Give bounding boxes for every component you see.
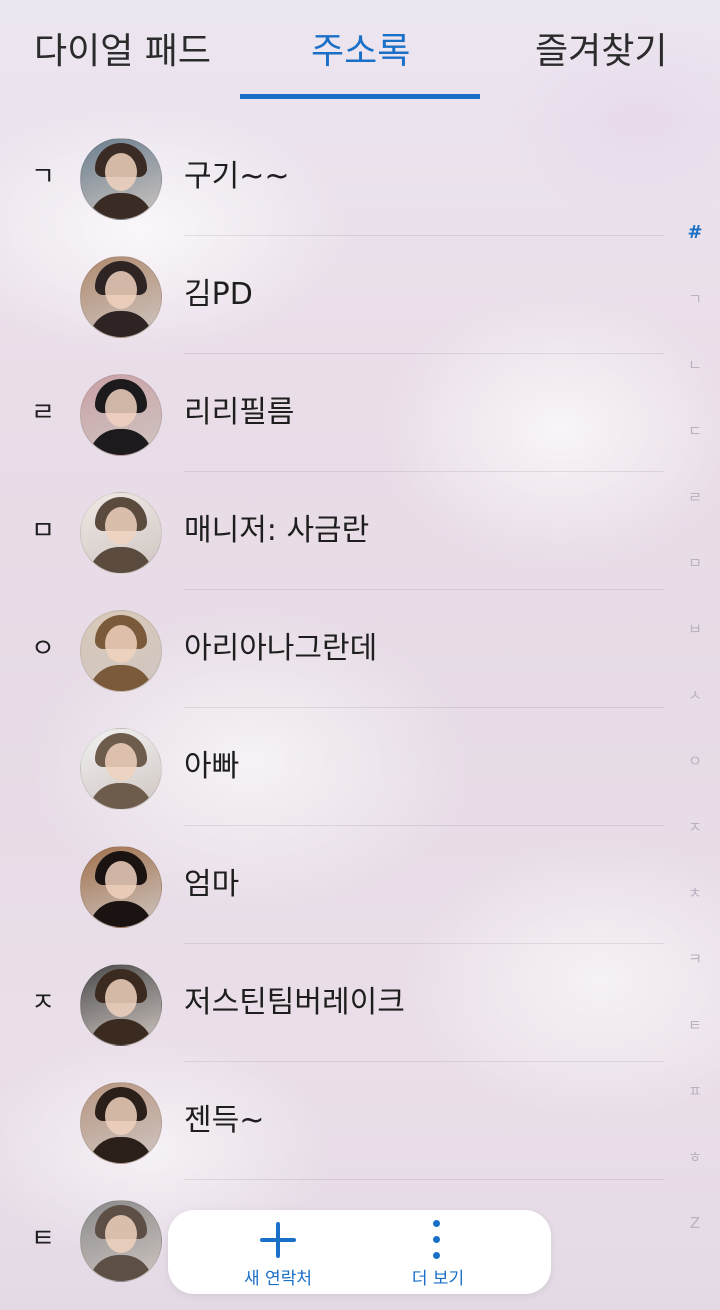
contact-row[interactable]: ㄹ 리리필름 bbox=[0, 354, 680, 472]
avatar[interactable] bbox=[80, 610, 162, 692]
avatar[interactable] bbox=[80, 138, 162, 220]
new-contact-button[interactable]: 새 연락처 bbox=[198, 1210, 358, 1294]
section-letter bbox=[28, 708, 58, 826]
more-label: 더 보기 bbox=[411, 1269, 465, 1289]
index-letter[interactable]: ㅈ bbox=[680, 814, 710, 880]
index-letter[interactable]: ㅊ bbox=[680, 880, 710, 946]
index-letter[interactable]: ㅌ bbox=[680, 1012, 710, 1078]
section-letter: ㅌ bbox=[31, 1224, 55, 1254]
section-letter: ㅇ bbox=[31, 634, 55, 664]
index-letter[interactable]: ㅇ bbox=[680, 748, 710, 814]
contact-name: 엄마 bbox=[184, 867, 240, 902]
plus-icon bbox=[260, 1222, 296, 1258]
tab-dial-pad[interactable]: 다이얼 패드 bbox=[34, 22, 211, 74]
contact-name: 김PD bbox=[184, 277, 253, 312]
contact-row[interactable]: 엄마 bbox=[0, 826, 680, 944]
contact-row[interactable]: 젠득~ bbox=[0, 1062, 680, 1180]
avatar[interactable] bbox=[80, 846, 162, 928]
index-letter[interactable]: ㄱ bbox=[680, 286, 710, 352]
section-letter bbox=[28, 826, 58, 944]
contact-name: 아리아나그란데 bbox=[184, 631, 378, 666]
contact-name: 리리필름 bbox=[184, 395, 295, 430]
index-letter[interactable]: ㅋ bbox=[680, 946, 710, 1012]
index-letter[interactable]: Z bbox=[680, 1210, 710, 1276]
avatar[interactable] bbox=[80, 1200, 162, 1282]
index-letter[interactable]: ㅅ bbox=[680, 682, 710, 748]
index-letter[interactable]: ㅂ bbox=[680, 616, 710, 682]
index-letter[interactable]: ㄷ bbox=[680, 418, 710, 484]
avatar[interactable] bbox=[80, 964, 162, 1046]
section-letter bbox=[28, 236, 58, 354]
contact-row[interactable]: 아빠 bbox=[0, 708, 680, 826]
tab-favorites[interactable]: 즐겨찾기 bbox=[535, 22, 667, 74]
tab-bar: 다이얼 패드 주소록 즐겨찾기 bbox=[0, 0, 720, 100]
new-contact-label: 새 연락처 bbox=[244, 1269, 312, 1289]
bottom-action-bar: 새 연락처 더 보기 bbox=[168, 1210, 551, 1294]
index-letter[interactable]: ㅎ bbox=[680, 1144, 710, 1210]
avatar[interactable] bbox=[80, 256, 162, 338]
index-letter[interactable]: ㅁ bbox=[680, 550, 710, 616]
more-button[interactable]: 더 보기 bbox=[358, 1210, 518, 1294]
section-letter: ㄹ bbox=[31, 398, 55, 428]
avatar[interactable] bbox=[80, 492, 162, 574]
section-letter: ㅈ bbox=[31, 988, 55, 1018]
contact-row[interactable]: 김PD bbox=[0, 236, 680, 354]
more-vertical-icon bbox=[433, 1220, 441, 1260]
section-letter: ㄱ bbox=[31, 162, 55, 192]
section-letter: ㅁ bbox=[31, 516, 55, 546]
index-letter[interactable]: ㄴ bbox=[680, 352, 710, 418]
alphabet-index[interactable]: # ㄱㄴㄷㄹㅁㅂㅅㅇㅈㅊㅋㅌㅍㅎ Z bbox=[680, 220, 710, 1276]
contact-row[interactable]: ㅈ 저스틴팀버레이크 bbox=[0, 944, 680, 1062]
contact-name: 아빠 bbox=[184, 749, 240, 784]
contact-row[interactable]: ㅁ 매니저: 사금란 bbox=[0, 472, 680, 590]
active-tab-indicator bbox=[240, 94, 480, 99]
index-letter[interactable]: ㄹ bbox=[680, 484, 710, 550]
tab-contacts[interactable]: 주소록 bbox=[311, 22, 410, 74]
contact-name: 매니저: 사금란 bbox=[184, 513, 370, 548]
contact-name: 구기~~ bbox=[184, 159, 290, 194]
contact-row[interactable]: ㅇ 아리아나그란데 bbox=[0, 590, 680, 708]
avatar[interactable] bbox=[80, 1082, 162, 1164]
avatar[interactable] bbox=[80, 374, 162, 456]
contact-row[interactable]: ㄱ 구기~~ bbox=[0, 118, 680, 236]
contact-name: 저스틴팀버레이크 bbox=[184, 985, 405, 1020]
avatar[interactable] bbox=[80, 728, 162, 810]
section-letter bbox=[28, 1062, 58, 1180]
index-letter[interactable]: ㅍ bbox=[680, 1078, 710, 1144]
index-letter[interactable]: # bbox=[680, 220, 710, 286]
contact-name: 젠득~ bbox=[184, 1103, 265, 1138]
